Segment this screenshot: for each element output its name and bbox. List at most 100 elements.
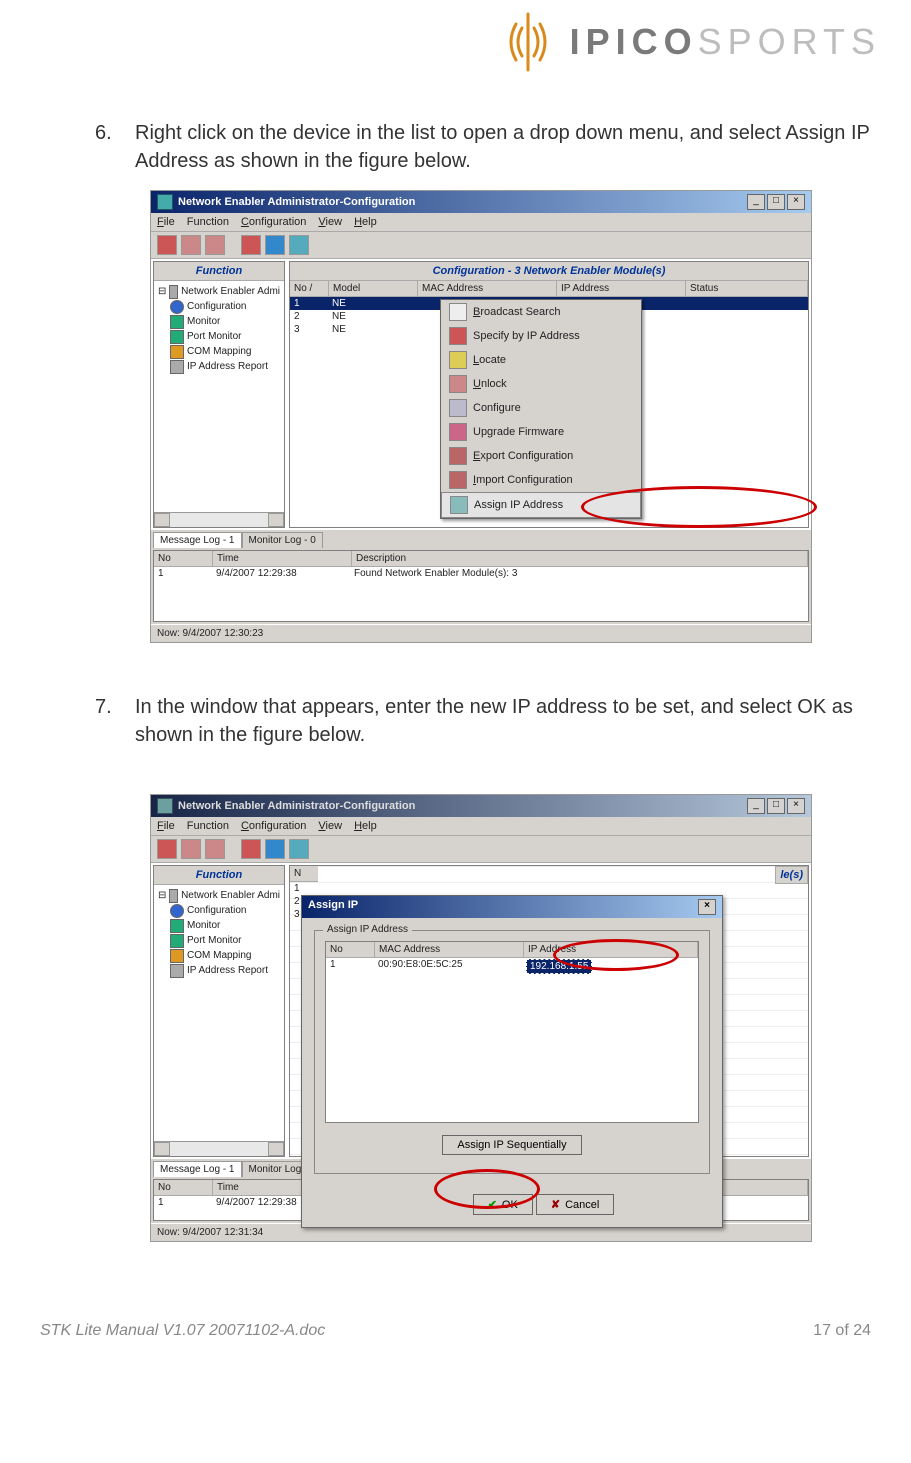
col-status[interactable]: Status: [686, 281, 808, 296]
dlg-col-no[interactable]: No: [326, 942, 375, 957]
log-col-no[interactable]: No: [154, 1180, 213, 1195]
toolbar: [151, 232, 811, 259]
menu-bar: File Function Configuration View Help: [151, 213, 811, 232]
menu-file[interactable]: File: [157, 820, 175, 832]
window-titlebar-inactive[interactable]: Network Enabler Administrator-Configurat…: [151, 795, 811, 817]
step-number: 7.: [95, 693, 135, 749]
ok-button[interactable]: ✔OK: [473, 1194, 533, 1215]
col-ip[interactable]: IP Address: [557, 281, 686, 296]
monitor-icon: [170, 919, 184, 933]
ip-row[interactable]: 1 00:90:E8:0E:5C:25 192.168.1.55: [326, 958, 698, 975]
monitor-icon: [170, 315, 184, 329]
minimize-button[interactable]: _: [747, 194, 765, 210]
toolbar-button-4[interactable]: [241, 235, 261, 255]
ctx-import-config[interactable]: Import Configuration: [441, 468, 641, 492]
minimize-button[interactable]: _: [747, 798, 765, 814]
log-col-no[interactable]: No: [154, 551, 213, 566]
log-col-desc[interactable]: Description: [352, 551, 808, 566]
toolbar-button-2[interactable]: [181, 839, 201, 859]
instruction-step-6: 6. Right click on the device in the list…: [95, 119, 881, 175]
menu-file[interactable]: File: [157, 216, 175, 228]
folder-icon: [169, 889, 178, 903]
folder-icon: [169, 285, 178, 299]
menu-function[interactable]: Function: [187, 820, 229, 832]
menu-function[interactable]: Function: [187, 216, 229, 228]
col-mac[interactable]: MAC Address: [418, 281, 557, 296]
ctx-unlock[interactable]: Unlock: [441, 372, 641, 396]
scroll-left-icon[interactable]: [154, 1142, 170, 1156]
toolbar-button-4[interactable]: [241, 839, 261, 859]
ctx-configure[interactable]: Configure: [441, 396, 641, 420]
cancel-icon: ✘: [551, 1198, 560, 1211]
toolbar-button-5[interactable]: [265, 839, 285, 859]
upgrade-icon: [449, 423, 467, 441]
log-row[interactable]: 1 9/4/2007 12:29:38 Found Network Enable…: [154, 567, 808, 580]
col-model[interactable]: Model: [329, 281, 418, 296]
assign-ip-sequentially-button[interactable]: Assign IP Sequentially: [442, 1135, 581, 1155]
ctx-locate[interactable]: Locate: [441, 348, 641, 372]
maximize-button[interactable]: □: [767, 798, 785, 814]
dlg-col-ip[interactable]: IP Address: [524, 942, 698, 957]
horizontal-scrollbar[interactable]: [154, 1141, 284, 1156]
close-button[interactable]: ×: [787, 194, 805, 210]
menu-configuration[interactable]: Configuration: [241, 216, 306, 228]
com-mapping-icon: [170, 345, 184, 359]
col-no[interactable]: No /: [290, 281, 329, 296]
com-mapping-icon: [170, 949, 184, 963]
function-tree[interactable]: ⊟Network Enabler Admi Configuration Moni…: [154, 885, 284, 1141]
menu-bar: File Function Configuration View Help: [151, 817, 811, 836]
ctx-specify-ip[interactable]: Specify by IP Address: [441, 324, 641, 348]
device-grid-body[interactable]: 1 NE 25 192.168.1.55 2 NE 33 192.168.1.5…: [290, 297, 808, 527]
ctx-upgrade-firmware[interactable]: Upgrade Firmware: [441, 420, 641, 444]
logo-soundwave-icon: [496, 10, 560, 74]
ctx-assign-ip[interactable]: Assign IP Address: [441, 492, 641, 518]
function-tree[interactable]: ⊟Network Enabler Admi Configuration Moni…: [154, 281, 284, 512]
configure-icon: [449, 399, 467, 417]
toolbar-button-1[interactable]: [157, 235, 177, 255]
ctx-broadcast-search[interactable]: Broadcast Search: [441, 300, 641, 324]
toolbar-button-3[interactable]: [205, 839, 225, 859]
scroll-left-icon[interactable]: [154, 513, 170, 527]
ip-address-input[interactable]: 192.168.1.55: [526, 959, 592, 974]
log-col-time[interactable]: Time: [213, 551, 352, 566]
info-icon: [170, 904, 184, 918]
ip-report-icon: [170, 360, 184, 374]
tab-message-log[interactable]: Message Log - 1: [153, 1161, 242, 1177]
tab-monitor-log[interactable]: Monitor Log - 0: [242, 532, 323, 548]
toolbar-button-6[interactable]: [289, 839, 309, 859]
app-icon: [157, 798, 173, 814]
scroll-right-icon[interactable]: [268, 1142, 284, 1156]
horizontal-scrollbar[interactable]: [154, 512, 284, 527]
close-button[interactable]: ×: [787, 798, 805, 814]
log-box: No Time Description 1 9/4/2007 12:29:38 …: [153, 550, 809, 622]
menu-help[interactable]: Help: [354, 820, 377, 832]
function-pane: Function ⊟Network Enabler Admi Configura…: [153, 865, 285, 1157]
scroll-right-icon[interactable]: [268, 513, 284, 527]
toolbar-button-1[interactable]: [157, 839, 177, 859]
toolbar-button-6[interactable]: [289, 235, 309, 255]
step-text: Right click on the device in the list to…: [135, 119, 881, 175]
toolbar-button-3[interactable]: [205, 235, 225, 255]
tab-message-log[interactable]: Message Log - 1: [153, 532, 242, 548]
menu-help[interactable]: Help: [354, 216, 377, 228]
page-footer: STK Lite Manual V1.07 20071102-A.doc 17 …: [30, 1292, 881, 1350]
dialog-title: Assign IP: [308, 899, 358, 915]
dlg-col-mac[interactable]: MAC Address: [375, 942, 524, 957]
assign-ip-dialog: Assign IP × Assign IP Address No MAC Add…: [301, 895, 723, 1228]
toolbar-button-5[interactable]: [265, 235, 285, 255]
ctx-export-config[interactable]: Export Configuration: [441, 444, 641, 468]
maximize-button[interactable]: □: [767, 194, 785, 210]
toolbar-button-2[interactable]: [181, 235, 201, 255]
function-header: Function: [154, 866, 284, 885]
menu-view[interactable]: View: [318, 216, 342, 228]
dialog-close-button[interactable]: ×: [698, 899, 716, 915]
brand-logo: IPICOSPORTS: [30, 10, 881, 79]
target-icon: [449, 327, 467, 345]
menu-configuration[interactable]: Configuration: [241, 820, 306, 832]
window-titlebar[interactable]: Network Enabler Administrator-Configurat…: [151, 191, 811, 213]
assign-ip-group: Assign IP Address No MAC Address IP Addr…: [314, 930, 710, 1174]
assign-ip-icon: [450, 496, 468, 514]
dialog-titlebar[interactable]: Assign IP ×: [302, 896, 722, 918]
cancel-button[interactable]: ✘Cancel: [536, 1194, 614, 1215]
menu-view[interactable]: View: [318, 820, 342, 832]
